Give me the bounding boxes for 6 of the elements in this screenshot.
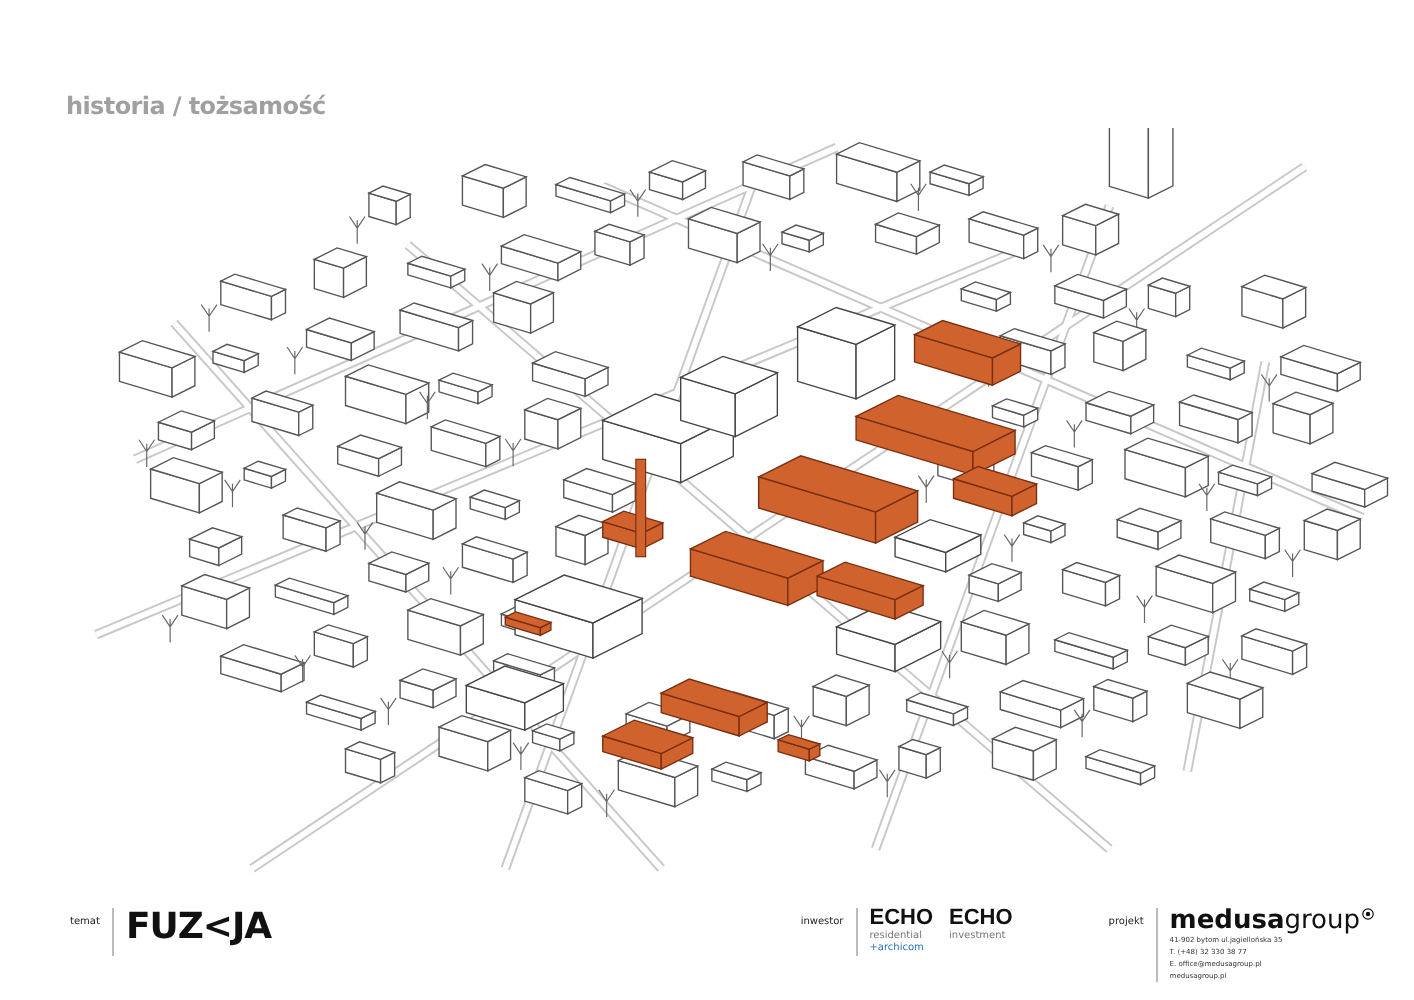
brand-wordmark: medusagroup [1169, 908, 1360, 934]
logo-wordmark: ECHO [949, 908, 1013, 930]
logo-wordmark: ECHO [869, 908, 934, 930]
page-title: historia / tożsamość [66, 92, 326, 120]
registered-mark-icon [1362, 908, 1374, 920]
project-name: FUZ<JA [125, 906, 272, 948]
